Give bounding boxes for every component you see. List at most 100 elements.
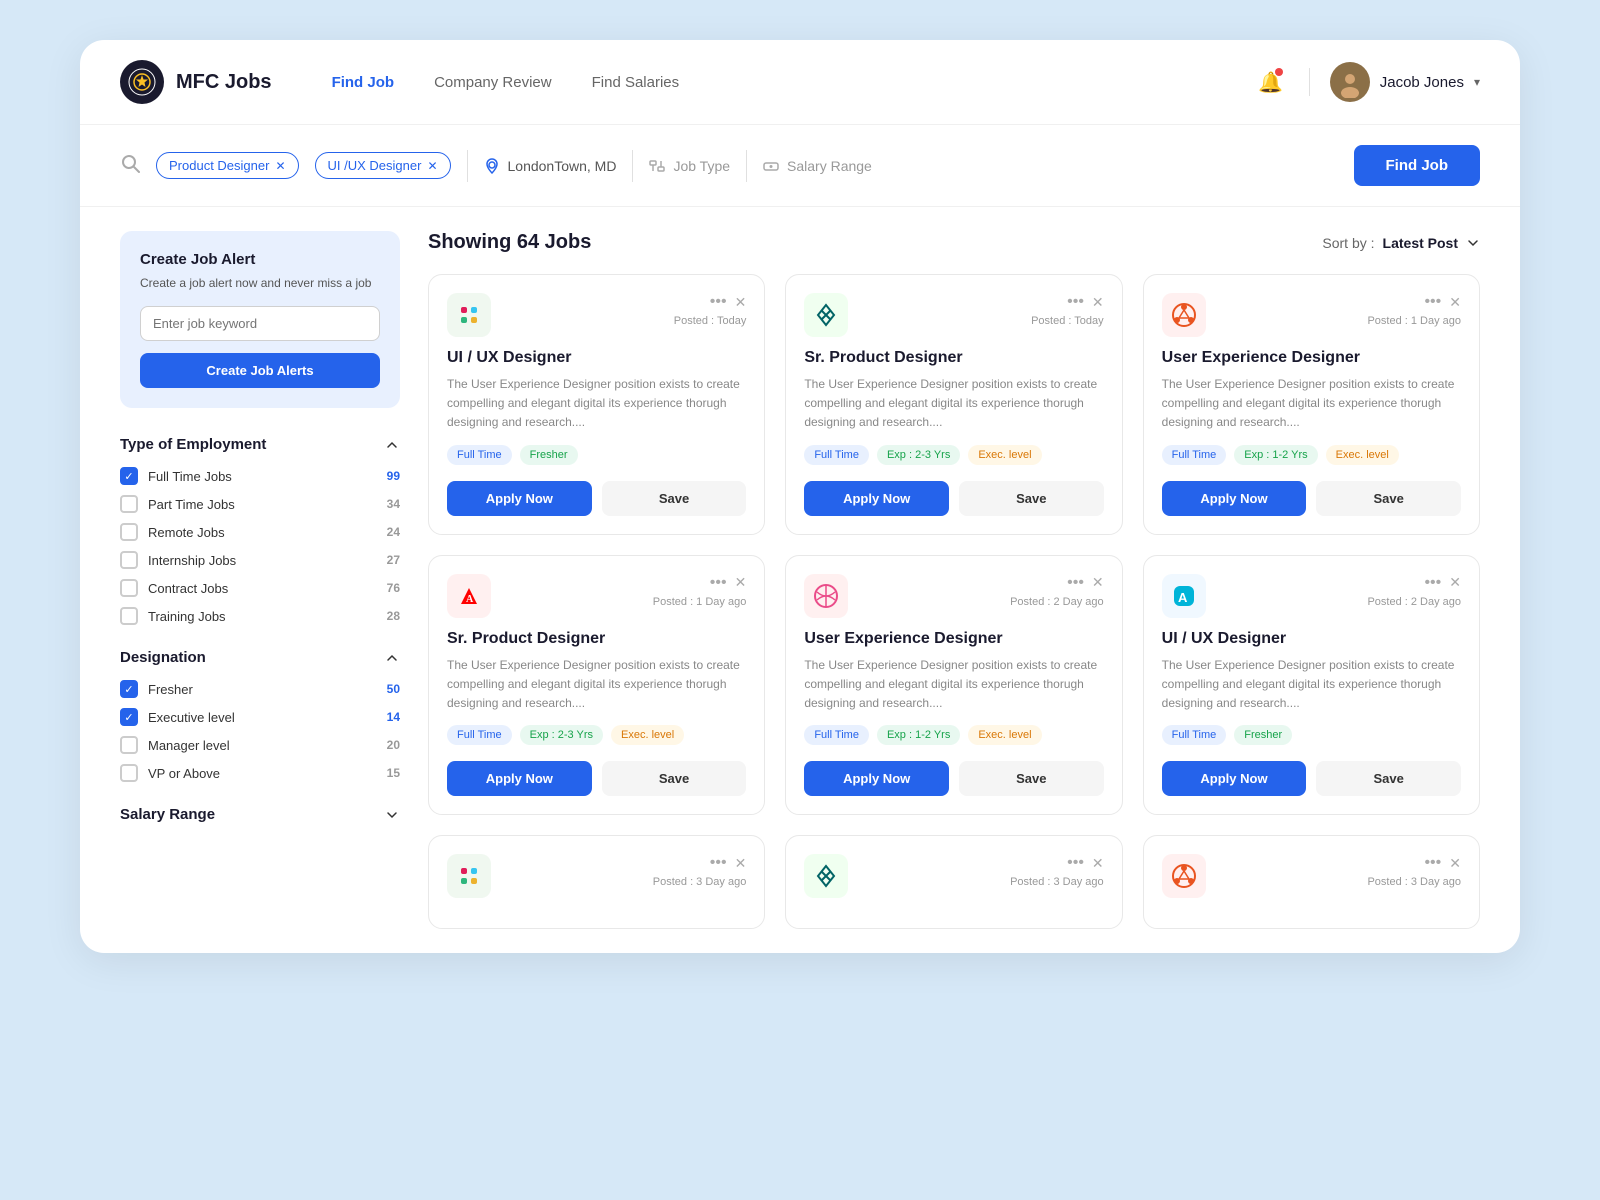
- job-card-1-actions: Apply Now Save: [447, 481, 746, 516]
- job-card-8-menu[interactable]: •••: [1067, 854, 1084, 872]
- checkbox-fulltime[interactable]: ✓: [120, 467, 138, 485]
- job-card-3-desc: The User Experience Designer position ex…: [1162, 375, 1461, 433]
- checkbox-manager[interactable]: [120, 736, 138, 754]
- job-card-9-menu[interactable]: •••: [1424, 854, 1441, 872]
- job-card-4-close[interactable]: ✕: [735, 574, 747, 591]
- logo-icon: [120, 60, 164, 104]
- save-button-6[interactable]: Save: [1316, 761, 1461, 796]
- apply-button-1[interactable]: Apply Now: [447, 481, 592, 516]
- job-card-3: ••• ✕ Posted : 1 Day ago User Experience…: [1143, 274, 1480, 535]
- filter-executive[interactable]: ✓ Executive level 14: [120, 708, 400, 726]
- job-card-5-title: User Experience Designer: [804, 630, 1103, 648]
- tag-exp-4: Exp : 2-3 Yrs: [520, 725, 603, 745]
- salary-filter-section: Salary Range: [120, 806, 400, 823]
- filter-fresher[interactable]: ✓ Fresher 50: [120, 680, 400, 698]
- job-keyword-input[interactable]: [140, 306, 380, 341]
- job-card-4-menu[interactable]: •••: [710, 574, 727, 592]
- job-card-6-title: UI / UX Designer: [1162, 630, 1461, 648]
- checkbox-training[interactable]: [120, 607, 138, 625]
- find-job-button[interactable]: Find Job: [1354, 145, 1481, 186]
- job-card-3-close[interactable]: ✕: [1449, 294, 1461, 311]
- company-logo-5: [804, 574, 848, 618]
- job-card-2-posted: Posted : Today: [1031, 315, 1104, 327]
- employment-filter-header[interactable]: Type of Employment: [120, 436, 400, 453]
- apply-button-4[interactable]: Apply Now: [447, 761, 592, 796]
- job-card-9-partial: ••• ✕ Posted : 3 Day ago: [1143, 835, 1480, 929]
- job-type-filter[interactable]: Job Type: [649, 158, 730, 174]
- job-card-5-desc: The User Experience Designer position ex…: [804, 656, 1103, 714]
- job-card-8-posted: Posted : 3 Day ago: [1010, 876, 1104, 888]
- create-alerts-button[interactable]: Create Job Alerts: [140, 353, 380, 388]
- job-card-5-close[interactable]: ✕: [1092, 574, 1104, 591]
- job-card-8-close[interactable]: ✕: [1092, 855, 1104, 872]
- designation-filter-title: Designation: [120, 649, 206, 666]
- salary-range-filter[interactable]: Salary Range: [763, 158, 872, 174]
- job-card-5-menu[interactable]: •••: [1067, 574, 1084, 592]
- app-name: MFC Jobs: [176, 71, 272, 94]
- checkbox-executive[interactable]: ✓: [120, 708, 138, 726]
- job-card-1-menu[interactable]: •••: [710, 293, 727, 311]
- designation-filter-header[interactable]: Designation: [120, 649, 400, 666]
- job-card-6-menu[interactable]: •••: [1424, 574, 1441, 592]
- apply-button-5[interactable]: Apply Now: [804, 761, 949, 796]
- tag-fulltime-2: Full Time: [804, 445, 869, 465]
- job-card-2-close[interactable]: ✕: [1092, 294, 1104, 311]
- job-card-3-menu[interactable]: •••: [1424, 293, 1441, 311]
- job-card-7-posted: Posted : 3 Day ago: [653, 876, 747, 888]
- apply-button-6[interactable]: Apply Now: [1162, 761, 1307, 796]
- save-button-1[interactable]: Save: [602, 481, 747, 516]
- save-button-5[interactable]: Save: [959, 761, 1104, 796]
- job-card-9-close[interactable]: ✕: [1449, 855, 1461, 872]
- filter-vp[interactable]: VP or Above 15: [120, 764, 400, 782]
- user-area[interactable]: Jacob Jones ▾: [1330, 62, 1480, 102]
- job-card-6-actions: Apply Now Save: [1162, 761, 1461, 796]
- body-area: Create Job Alert Create a job alert now …: [80, 207, 1520, 953]
- filter-fulltime[interactable]: ✓ Full Time Jobs 99: [120, 467, 400, 485]
- tag-fulltime-6: Full Time: [1162, 725, 1227, 745]
- checkbox-parttime[interactable]: [120, 495, 138, 513]
- svg-text:A: A: [466, 594, 474, 605]
- apply-button-3[interactable]: Apply Now: [1162, 481, 1307, 516]
- chevron-down-icon: ▾: [1474, 75, 1480, 89]
- checkbox-fresher[interactable]: ✓: [120, 680, 138, 698]
- sort-area[interactable]: Sort by : Latest Post: [1322, 235, 1480, 251]
- save-button-3[interactable]: Save: [1316, 481, 1461, 516]
- job-card-2-menu[interactable]: •••: [1067, 293, 1084, 311]
- checkbox-contract[interactable]: [120, 579, 138, 597]
- nav-find-job[interactable]: Find Job: [332, 74, 395, 91]
- save-button-2[interactable]: Save: [959, 481, 1104, 516]
- filter-remote[interactable]: Remote Jobs 24: [120, 523, 400, 541]
- save-button-4[interactable]: Save: [602, 761, 747, 796]
- filter-tag-ui-ux-designer[interactable]: UI /UX Designer ✕: [315, 152, 451, 179]
- logo-area: MFC Jobs: [120, 60, 272, 104]
- checkbox-remote[interactable]: [120, 523, 138, 541]
- notification-dot: [1275, 68, 1283, 76]
- job-card-2-title: Sr. Product Designer: [804, 349, 1103, 367]
- job-card-9-posted: Posted : 3 Day ago: [1367, 876, 1461, 888]
- job-card-7-close[interactable]: ✕: [735, 855, 747, 872]
- remove-tag-product-designer[interactable]: ✕: [275, 159, 285, 173]
- checkbox-internship[interactable]: [120, 551, 138, 569]
- nav-company-review[interactable]: Company Review: [434, 74, 552, 91]
- location-area[interactable]: LondonTown, MD: [484, 158, 617, 174]
- checkbox-vp[interactable]: [120, 764, 138, 782]
- user-name: Jacob Jones: [1380, 74, 1464, 91]
- header-divider: [1309, 68, 1310, 96]
- filter-training[interactable]: Training Jobs 28: [120, 607, 400, 625]
- filter-manager[interactable]: Manager level 20: [120, 736, 400, 754]
- tag-fresher-1: Fresher: [520, 445, 578, 465]
- job-card-4-desc: The User Experience Designer position ex…: [447, 656, 746, 714]
- job-card-6-close[interactable]: ✕: [1449, 574, 1461, 591]
- salary-filter-header[interactable]: Salary Range: [120, 806, 400, 823]
- filter-parttime[interactable]: Part Time Jobs 34: [120, 495, 400, 513]
- filter-internship[interactable]: Internship Jobs 27: [120, 551, 400, 569]
- job-card-1-close[interactable]: ✕: [735, 294, 747, 311]
- filter-tag-product-designer[interactable]: Product Designer ✕: [156, 152, 299, 179]
- nav-find-salaries[interactable]: Find Salaries: [592, 74, 680, 91]
- apply-button-2[interactable]: Apply Now: [804, 481, 949, 516]
- filter-contract[interactable]: Contract Jobs 76: [120, 579, 400, 597]
- remove-tag-ui-ux[interactable]: ✕: [427, 159, 437, 173]
- bell-icon[interactable]: 🔔: [1253, 64, 1289, 100]
- job-card-7-menu[interactable]: •••: [710, 854, 727, 872]
- tag-exp-2: Exp : 2-3 Yrs: [877, 445, 960, 465]
